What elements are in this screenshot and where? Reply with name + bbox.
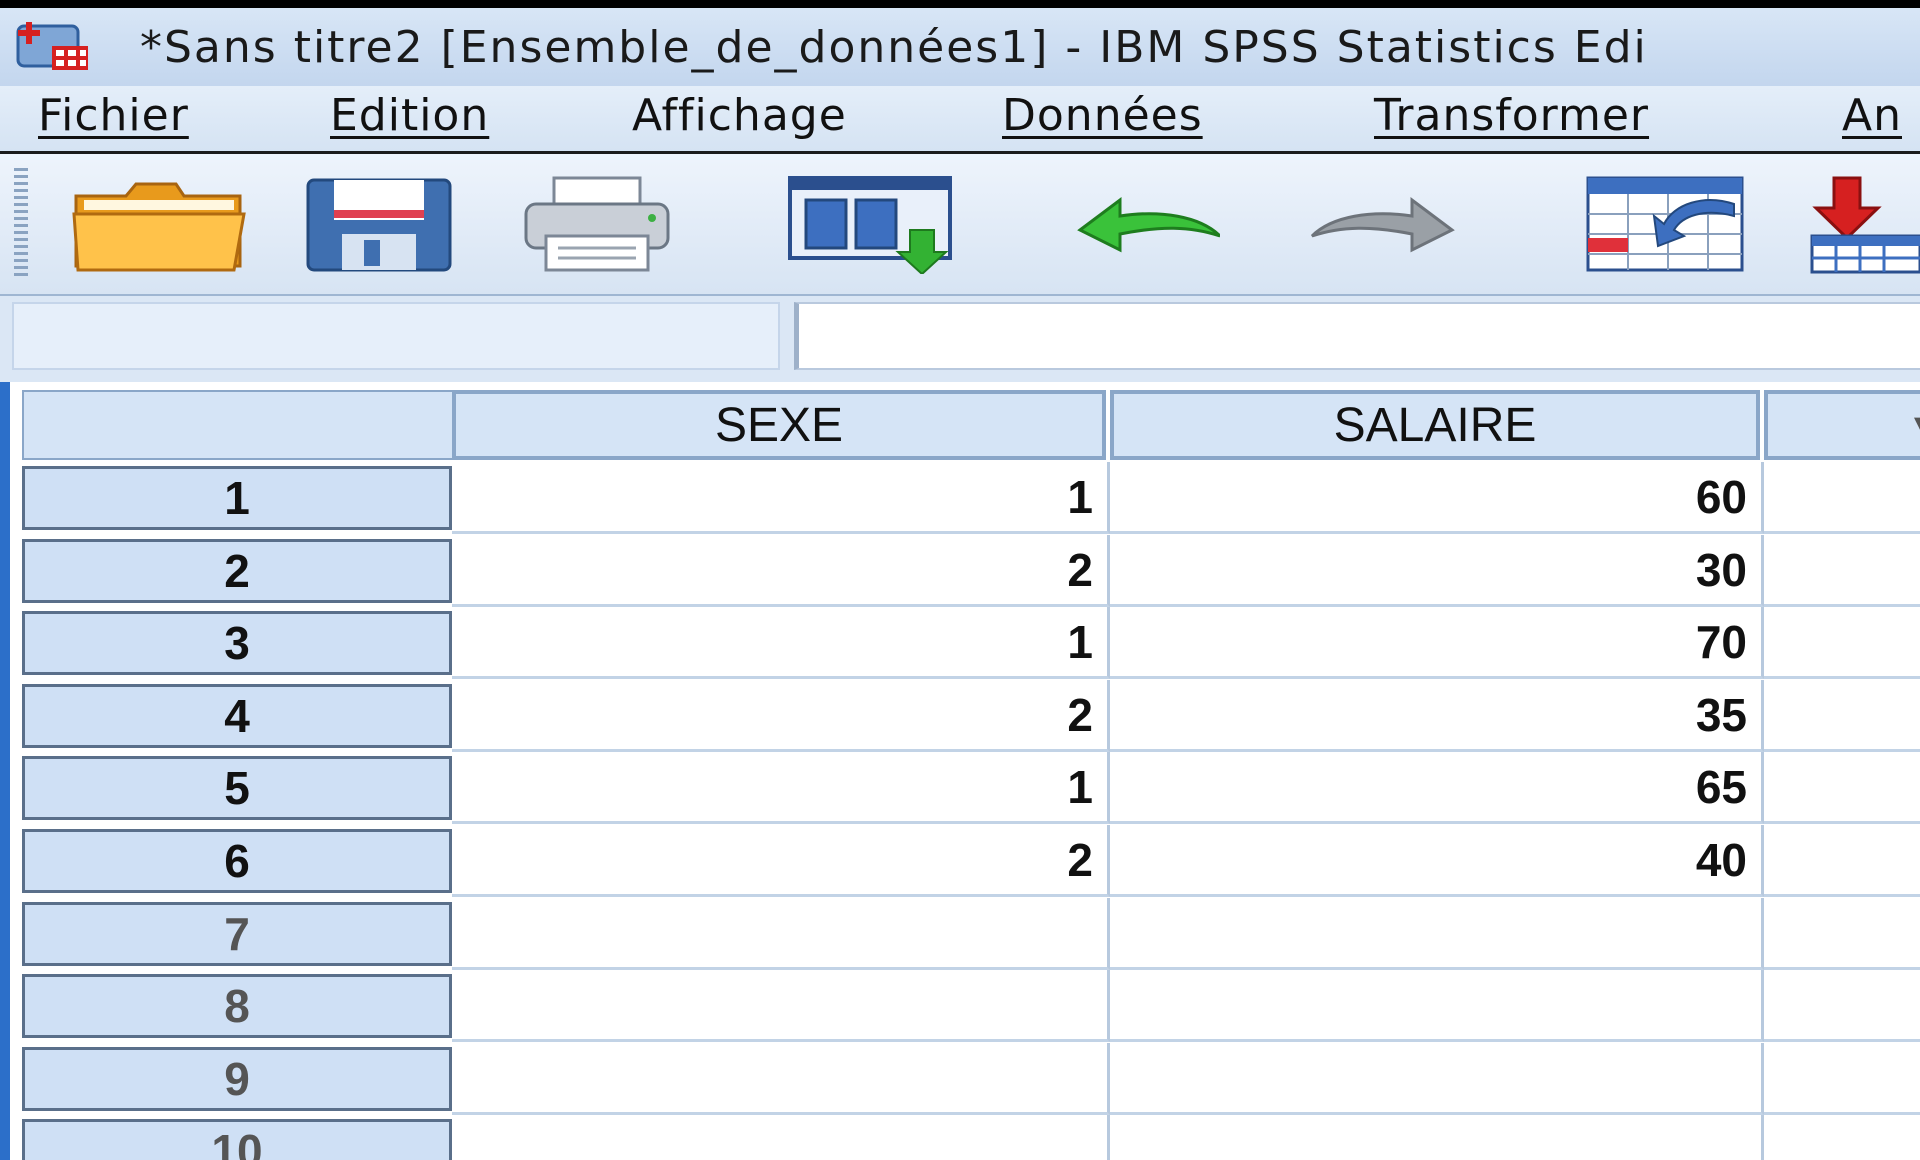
row-header[interactable]: 5 bbox=[22, 756, 452, 820]
undo-icon[interactable] bbox=[1070, 174, 1220, 274]
data-cell[interactable] bbox=[1764, 970, 1920, 1042]
cell-reference-box[interactable] bbox=[12, 302, 780, 370]
row-header[interactable]: 2 bbox=[22, 539, 452, 603]
row-header[interactable]: 7 bbox=[22, 902, 452, 966]
data-cell[interactable] bbox=[1110, 898, 1764, 970]
row-header[interactable]: 8 bbox=[22, 974, 452, 1038]
menu-analyse[interactable]: An bbox=[1842, 90, 1902, 141]
data-cell[interactable]: 1 bbox=[452, 462, 1110, 534]
column-header-var[interactable]: ▾ bbox=[1764, 390, 1920, 460]
cell-value-input[interactable] bbox=[794, 302, 1920, 370]
data-cell[interactable]: 35 bbox=[1110, 680, 1764, 752]
goto-case-icon[interactable] bbox=[1584, 174, 1750, 274]
data-cell[interactable] bbox=[452, 970, 1110, 1042]
data-cell[interactable]: 1 bbox=[452, 752, 1110, 824]
print-icon[interactable] bbox=[522, 174, 672, 274]
row-header[interactable]: 6 bbox=[22, 829, 452, 893]
data-grid: SEXE SALAIRE ▾ 1160223031704235516562407… bbox=[0, 382, 1920, 1160]
data-cell[interactable] bbox=[1764, 1043, 1920, 1115]
cell-editor-row bbox=[0, 296, 1920, 382]
menu-bar: Fichier Edition Affichage Données Transf… bbox=[0, 86, 1920, 154]
data-cell[interactable] bbox=[1764, 898, 1920, 970]
grid-corner[interactable] bbox=[22, 390, 458, 460]
toolbar bbox=[0, 154, 1920, 296]
toolbar-grip[interactable] bbox=[14, 168, 28, 280]
data-cell[interactable] bbox=[1764, 607, 1920, 679]
title-bar: *Sans titre2 [Ensemble_de_données1] - IB… bbox=[0, 8, 1920, 86]
menu-fichier[interactable]: Fichier bbox=[38, 90, 189, 141]
data-cell[interactable] bbox=[452, 898, 1110, 970]
data-cell[interactable]: 60 bbox=[1110, 462, 1764, 534]
data-cell[interactable] bbox=[1110, 1043, 1764, 1115]
goto-variable-icon[interactable] bbox=[1808, 174, 1920, 274]
open-folder-icon[interactable] bbox=[70, 174, 250, 274]
data-cell[interactable]: 2 bbox=[452, 680, 1110, 752]
data-cell[interactable] bbox=[1764, 535, 1920, 607]
window-title: *Sans titre2 [Ensemble_de_données1] - IB… bbox=[140, 22, 1648, 73]
menu-affichage[interactable]: Affichage bbox=[632, 90, 847, 141]
row-header[interactable]: 10 bbox=[22, 1119, 452, 1160]
spss-app-icon bbox=[16, 22, 88, 70]
data-cell[interactable] bbox=[452, 1043, 1110, 1115]
data-cell[interactable]: 40 bbox=[1110, 825, 1764, 897]
data-cell[interactable] bbox=[1764, 1115, 1920, 1160]
data-cell[interactable]: 65 bbox=[1110, 752, 1764, 824]
data-cell[interactable]: 70 bbox=[1110, 607, 1764, 679]
row-header[interactable]: 1 bbox=[22, 466, 452, 530]
save-icon[interactable] bbox=[304, 174, 454, 274]
data-cell[interactable]: 2 bbox=[452, 825, 1110, 897]
column-header-sexe[interactable]: SEXE bbox=[452, 390, 1106, 460]
data-cell[interactable]: 30 bbox=[1110, 535, 1764, 607]
data-cell[interactable]: 1 bbox=[452, 607, 1110, 679]
data-cell[interactable] bbox=[1764, 825, 1920, 897]
row-header[interactable]: 3 bbox=[22, 611, 452, 675]
row-header[interactable]: 4 bbox=[22, 684, 452, 748]
data-cell[interactable] bbox=[1110, 1115, 1764, 1160]
recall-dialog-icon[interactable] bbox=[786, 174, 958, 274]
data-cell[interactable] bbox=[1764, 680, 1920, 752]
menu-edition[interactable]: Edition bbox=[330, 90, 489, 141]
column-header-salaire[interactable]: SALAIRE bbox=[1110, 390, 1760, 460]
data-cell[interactable] bbox=[452, 1115, 1110, 1160]
spss-data-editor-window: *Sans titre2 [Ensemble_de_données1] - IB… bbox=[0, 0, 1920, 1160]
data-cell[interactable] bbox=[1764, 752, 1920, 824]
menu-donnees[interactable]: Données bbox=[1002, 90, 1203, 141]
data-cell[interactable]: 2 bbox=[452, 535, 1110, 607]
redo-icon[interactable] bbox=[1302, 174, 1462, 274]
data-cell[interactable] bbox=[1764, 462, 1920, 534]
row-header[interactable]: 9 bbox=[22, 1047, 452, 1111]
data-cell[interactable] bbox=[1110, 970, 1764, 1042]
menu-transformer[interactable]: Transformer bbox=[1374, 90, 1649, 141]
